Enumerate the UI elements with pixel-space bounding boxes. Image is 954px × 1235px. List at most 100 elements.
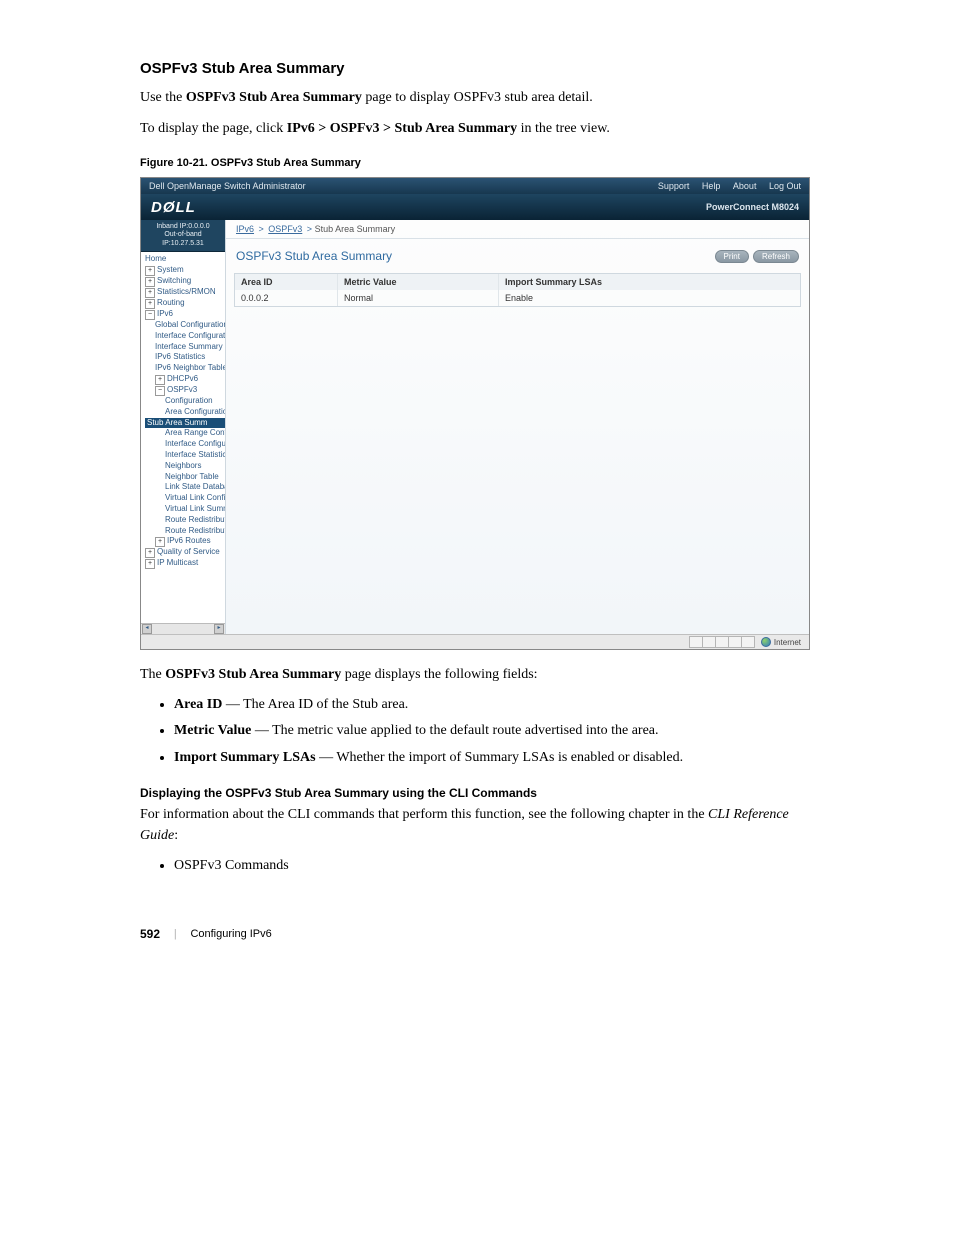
ip-box: Inband IP:0.0.0.0 Out-of-band IP:10.27.5…	[141, 220, 225, 252]
titlebar-links: Support Help About Log Out	[648, 178, 801, 194]
link-help[interactable]: Help	[702, 181, 721, 191]
tree-item[interactable]: Neighbors	[145, 461, 225, 472]
tree-item[interactable]: Virtual Link Summa	[145, 504, 225, 515]
tree-item[interactable]: Home	[145, 254, 225, 265]
refresh-button[interactable]: Refresh	[753, 250, 799, 263]
crumb-ospfv3[interactable]: OSPFv3	[268, 224, 302, 234]
tree-item[interactable]: Interface Configurat	[145, 439, 225, 450]
tree-item[interactable]: −OSPFv3	[145, 385, 225, 396]
field-name: Metric Value	[174, 723, 251, 738]
print-button[interactable]: Print	[715, 250, 749, 263]
expand-icon[interactable]: +	[145, 277, 155, 287]
cell-import-summary: Enable	[499, 290, 800, 306]
tree-item[interactable]: Interface Configuration	[145, 331, 225, 342]
expand-icon[interactable]: +	[155, 537, 165, 547]
text: Use the	[140, 90, 186, 105]
link-about[interactable]: About	[733, 181, 757, 191]
tree-item[interactable]: Stub Area Summ	[145, 418, 225, 429]
intro-paragraph-1: Use the OSPFv3 Stub Area Summary page to…	[140, 87, 814, 108]
outofband-ip: Out-of-band IP:10.27.5.31	[145, 231, 221, 248]
tree-item-label: Interface Summary	[155, 342, 223, 351]
status-bar: Internet	[141, 634, 809, 649]
page-footer: 592 | Configuring IPv6	[140, 926, 814, 941]
tree-item-label: Configuration	[165, 396, 213, 405]
expand-icon[interactable]: +	[145, 559, 155, 569]
list-item: Area ID — The Area ID of the Stub area.	[174, 695, 814, 715]
cli-text: For information about the CLI commands t…	[140, 804, 814, 846]
tree-item[interactable]: +Statistics/RMON	[145, 287, 225, 298]
scroll-left-icon[interactable]: ◂	[142, 624, 152, 634]
stub-area-table: Area ID Metric Value Import Summary LSAs…	[234, 273, 801, 307]
table-row: 0.0.0.2 Normal Enable	[235, 290, 800, 306]
scroll-right-icon[interactable]: ▸	[214, 624, 224, 634]
expand-icon[interactable]: +	[145, 266, 155, 276]
field-desc: — The metric value applied to the defaul…	[251, 723, 658, 738]
tree-item[interactable]: Virtual Link Configu	[145, 493, 225, 504]
crumb-current: Stub Area Summary	[315, 224, 396, 234]
field-name: Area ID	[174, 697, 222, 712]
field-desc: — Whether the import of Summary LSAs is …	[316, 750, 684, 765]
link-logout[interactable]: Log Out	[769, 181, 801, 191]
status-panes	[690, 636, 755, 648]
expand-icon[interactable]: −	[145, 310, 155, 320]
tree-item-label: Interface Configurat	[165, 439, 226, 448]
col-area-id: Area ID	[235, 274, 338, 290]
window-titlebar: Dell OpenManage Switch Administrator Sup…	[141, 178, 809, 194]
tree-item-label: Link State Database	[165, 482, 226, 491]
expand-icon[interactable]: −	[155, 386, 165, 396]
panel-title: OSPFv3 Stub Area Summary	[236, 249, 392, 263]
tree-item[interactable]: +DHCPv6	[145, 374, 225, 385]
crumb-ipv6[interactable]: IPv6	[236, 224, 254, 234]
tree-item[interactable]: Area Range Config	[145, 428, 225, 439]
zone-label: Internet	[774, 638, 801, 647]
tree-item[interactable]: Link State Database	[145, 482, 225, 493]
tree-item[interactable]: Global Configuration	[145, 320, 225, 331]
tree-item-label: Interface Configuration	[155, 331, 226, 340]
tree-item-label: Area Configuration	[165, 407, 226, 416]
tree-item[interactable]: Area Configuration	[145, 407, 225, 418]
tree-item-label: Statistics/RMON	[157, 287, 216, 296]
tree-item-label: OSPFv3	[167, 385, 197, 394]
tree-item-label: IPv6 Statistics	[155, 352, 205, 361]
tree-item[interactable]: +Quality of Service	[145, 547, 225, 558]
text-bold: IPv6 > OSPFv3 > Stub Area Summary	[287, 121, 517, 136]
expand-icon[interactable]: +	[145, 299, 155, 309]
tree-item-label: Route Redistributio	[165, 526, 226, 535]
page-number: 592	[140, 927, 160, 941]
horizontal-scrollbar[interactable]: ◂ ▸	[141, 623, 225, 634]
tree-item[interactable]: +Switching	[145, 276, 225, 287]
content-pane: IPv6 > OSPFv3 > Stub Area Summary OSPFv3…	[226, 220, 809, 634]
security-zone: Internet	[761, 637, 801, 647]
panel-header: OSPFv3 Stub Area Summary Print Refresh	[226, 239, 809, 273]
tree-item[interactable]: IPv6 Neighbor Table	[145, 363, 225, 374]
list-item: Import Summary LSAs — Whether the import…	[174, 748, 814, 768]
col-import-summary: Import Summary LSAs	[499, 274, 800, 290]
tree-item[interactable]: +Routing	[145, 298, 225, 309]
tree-item-label: IPv6 Neighbor Table	[155, 363, 226, 372]
tree-item[interactable]: +System	[145, 265, 225, 276]
tree-item[interactable]: IPv6 Statistics	[145, 352, 225, 363]
figure-caption: Figure 10-21. OSPFv3 Stub Area Summary	[140, 157, 814, 169]
tree-item[interactable]: Configuration	[145, 396, 225, 407]
link-support[interactable]: Support	[658, 181, 690, 191]
tree-item[interactable]: Interface Summary	[145, 342, 225, 353]
field-name: Import Summary LSAs	[174, 750, 316, 765]
tree-item[interactable]: Neighbor Table	[145, 472, 225, 483]
tree-item[interactable]: Interface Statistics	[145, 450, 225, 461]
text: page to display OSPFv3 stub area detail.	[362, 90, 593, 105]
expand-icon[interactable]: +	[155, 375, 165, 385]
tree-item[interactable]: Route Redistributio	[145, 526, 225, 537]
tree-item[interactable]: −IPv6	[145, 309, 225, 320]
product-name: PowerConnect M8024	[706, 202, 799, 212]
text: :	[174, 828, 178, 843]
tree-item[interactable]: Route Redistribution	[145, 515, 225, 526]
tree-item[interactable]: +IPv6 Routes	[145, 536, 225, 547]
table-header-row: Area ID Metric Value Import Summary LSAs	[235, 274, 800, 290]
dell-logo: DØLL	[151, 199, 196, 216]
expand-icon[interactable]: +	[145, 548, 155, 558]
expand-icon[interactable]: +	[145, 288, 155, 298]
tree-item[interactable]: +IP Multicast	[145, 558, 225, 569]
tree-item-label: System	[157, 265, 184, 274]
fields-intro: The OSPFv3 Stub Area Summary page displa…	[140, 664, 814, 685]
nav-tree: Home+System+Switching+Statistics/RMON+Ro…	[141, 252, 225, 623]
